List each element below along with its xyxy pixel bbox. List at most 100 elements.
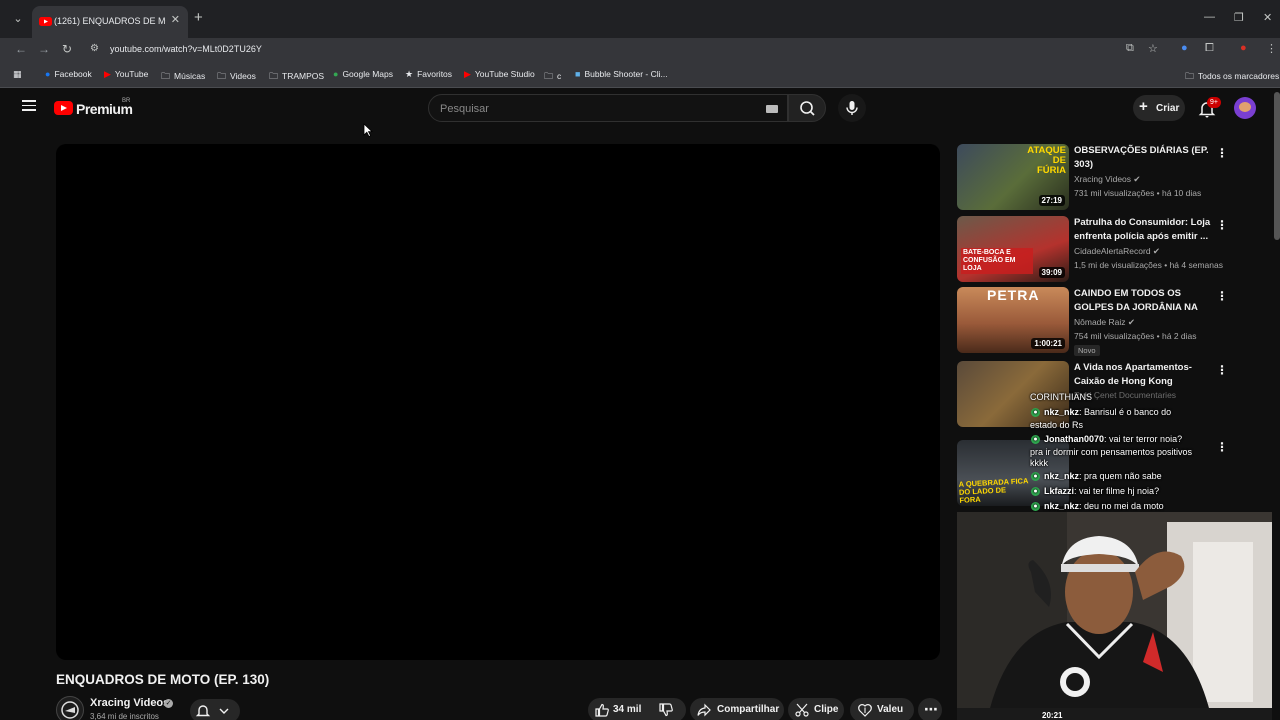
- install-app-icon[interactable]: ⧉: [1126, 42, 1134, 55]
- apps-grid-icon[interactable]: ▦: [13, 69, 26, 80]
- video-title[interactable]: CAINDO EM TODOS OS GOLPES DA JORDÂNIA NA…: [1074, 287, 1214, 315]
- bookmark-folder-c[interactable]: 🗀 c: [544, 69, 561, 85]
- video-thumbnail[interactable]: BATE-BOCA E CONFUSÃO EM LOJA 39:09: [957, 216, 1069, 282]
- chat-badge-icon: ●: [1031, 472, 1040, 482]
- more-vertical-icon[interactable]: ⋮: [1216, 440, 1228, 454]
- subscription-bell-button[interactable]: [190, 699, 240, 720]
- bookmark-youtube[interactable]: ▶ YouTube: [104, 69, 148, 80]
- video-title[interactable]: Patrulha do Consumidor: Loja enfrenta po…: [1074, 216, 1214, 244]
- minimize-icon[interactable]: —: [1204, 11, 1215, 23]
- window-close-icon[interactable]: ✕: [1263, 11, 1272, 24]
- bookmark-bubble-shooter[interactable]: ■ Bubble Shooter - Cli...: [575, 69, 668, 79]
- thumbnail-text: A QUEBRADA FICA DO LADO DE FORA: [958, 476, 1029, 505]
- chat-message: CORINTHIANS: [1030, 392, 1093, 402]
- address-bar[interactable]: youtube.com/watch?v=MLt0D2TU26Y: [110, 44, 262, 54]
- video-metadata: 731 mil visualizações • há 10 dias: [1074, 188, 1202, 198]
- new-badge: Novo: [1074, 345, 1100, 356]
- more-vertical-icon[interactable]: ⋮: [1216, 289, 1228, 303]
- subscriber-count: 3,64 mi de inscritos: [90, 712, 159, 720]
- youtube-studio-icon: ▶: [464, 69, 471, 79]
- channel-name[interactable]: Nômade Raiz ✔: [1074, 317, 1135, 328]
- back-icon[interactable]: ←: [15, 42, 27, 56]
- recommended-video[interactable]: PETRA 1:00:21 CAINDO EM TODOS OS GOLPES …: [957, 287, 1232, 356]
- profile-icon[interactable]: ●: [1240, 42, 1247, 54]
- bookmark-star-icon[interactable]: ☆: [1148, 42, 1158, 55]
- site-info-icon[interactable]: ⚙: [90, 43, 99, 54]
- chat-message: ● nkz_nkz: deu no mei da moto: [1031, 501, 1164, 512]
- bookmark-facebook[interactable]: ● Facebook: [45, 69, 92, 79]
- browser-menu-icon[interactable]: ⋮: [1266, 42, 1277, 55]
- chat-badge-icon: ●: [1031, 435, 1040, 445]
- channel-name[interactable]: CidadeAlertaRecord ✔: [1074, 246, 1160, 257]
- webcam-timestamp: 20:21: [1042, 711, 1063, 720]
- tab-search-button[interactable]: ⌄: [8, 9, 28, 29]
- share-button[interactable]: Compartilhar: [690, 698, 784, 720]
- plus-icon: +: [1139, 98, 1148, 115]
- create-button[interactable]: + Criar: [1133, 95, 1185, 121]
- game-icon: ■: [575, 69, 581, 79]
- tab-close-icon[interactable]: ✕: [171, 13, 180, 26]
- bookmark-folder-trampos[interactable]: 🗀 TRAMPOS: [269, 69, 324, 85]
- all-bookmarks-folder[interactable]: 🗀 Todos os marcadores: [1185, 69, 1279, 85]
- verified-check-icon: ✔: [1127, 317, 1135, 327]
- browser-toolbar: ← → ↻ ⚙ youtube.com/watch?v=MLt0D2TU26Y …: [0, 38, 1280, 62]
- more-horizontal-icon: ⋯: [924, 701, 938, 717]
- page-scrollbar[interactable]: [1274, 92, 1280, 240]
- more-actions-button[interactable]: ⋯: [918, 698, 942, 720]
- youtube-favicon-icon: [39, 17, 52, 26]
- video-thumbnail[interactable]: ATAQUE DE FÚRIA 27:19: [957, 144, 1069, 210]
- clip-button[interactable]: Clipe: [788, 698, 844, 720]
- recommended-video[interactable]: BATE-BOCA E CONFUSÃO EM LOJA 39:09 Patru…: [957, 216, 1232, 284]
- video-metadata: 754 mil visualizações • há 2 dias: [1074, 331, 1197, 341]
- reload-icon[interactable]: ↻: [62, 42, 72, 56]
- recommended-video[interactable]: A Vida nos Apartamentos-Caixão de Hong K…: [957, 361, 1232, 429]
- channel-name[interactable]: Xracing Videos ✔: [1074, 174, 1141, 185]
- voice-search-button[interactable]: [838, 94, 866, 122]
- bookmark-favoritos[interactable]: ★ Favoritos: [405, 69, 452, 80]
- account-avatar[interactable]: [1234, 97, 1256, 119]
- video-thumbnail[interactable]: PETRA 1:00:21: [957, 287, 1069, 353]
- thumbnail-text: BATE-BOCA E CONFUSÃO EM LOJA: [961, 248, 1033, 274]
- video-player[interactable]: [56, 144, 940, 660]
- dislike-button[interactable]: [658, 702, 674, 720]
- forward-icon[interactable]: →: [38, 42, 50, 56]
- bookmark-google-maps[interactable]: ● Google Maps: [333, 69, 393, 79]
- video-metadata: 1,5 mi de visualizações • há 4 semanas: [1074, 260, 1223, 270]
- like-count: 34 mil: [613, 704, 642, 715]
- youtube-logo-icon[interactable]: [54, 101, 73, 115]
- more-vertical-icon[interactable]: ⋮: [1216, 363, 1228, 377]
- search-button[interactable]: [788, 94, 826, 122]
- guide-menu-icon[interactable]: [22, 100, 36, 114]
- folder-icon: 🗀: [161, 71, 171, 81]
- chat-message: ● Lkfazzi: vai ter filme hj noia?: [1031, 486, 1159, 497]
- more-vertical-icon[interactable]: ⋮: [1216, 218, 1228, 232]
- channel-name[interactable]: Xracing Videos: [90, 697, 169, 709]
- keyboard-icon[interactable]: [766, 105, 778, 113]
- more-vertical-icon[interactable]: ⋮: [1216, 146, 1228, 160]
- chat-message: estado do Rs: [1030, 420, 1084, 430]
- channel-avatar[interactable]: [56, 696, 84, 720]
- video-title[interactable]: OBSERVAÇÕES DIÁRIAS (EP. 303): [1074, 144, 1214, 172]
- streamer-webcam-image: [957, 512, 1272, 720]
- recommended-video[interactable]: ATAQUE DE FÚRIA 27:19 OBSERVAÇÕES DIÁRIA…: [957, 144, 1232, 212]
- like-button[interactable]: [594, 702, 610, 720]
- verified-check-icon: ✔: [1133, 174, 1141, 184]
- search-input[interactable]: Pesquisar: [428, 94, 788, 122]
- search-placeholder: Pesquisar: [440, 103, 489, 115]
- bookmark-folder-musicas[interactable]: 🗀 Músicas: [161, 69, 205, 85]
- thanks-button[interactable]: Valeu: [850, 698, 914, 720]
- new-tab-button[interactable]: +: [194, 10, 203, 26]
- video-duration: 27:19: [1038, 195, 1065, 206]
- bookmark-folder-videos[interactable]: 🗀 Videos: [217, 69, 256, 85]
- extension-icon[interactable]: ●: [1181, 42, 1188, 54]
- thumbs-up-icon: [595, 703, 609, 717]
- video-title[interactable]: A Vida nos Apartamentos-Caixão de Hong K…: [1074, 361, 1214, 389]
- notification-count-badge: 9+: [1207, 97, 1221, 108]
- browser-tab[interactable]: (1261) ENQUADROS DE MOTO ✕: [32, 6, 188, 38]
- extensions-puzzle-icon[interactable]: ⧠: [1205, 42, 1214, 55]
- folder-icon: 🗀: [269, 71, 279, 81]
- bookmark-youtube-studio[interactable]: ▶ YouTube Studio: [464, 69, 535, 80]
- microphone-icon: [846, 101, 858, 115]
- restore-icon[interactable]: ❐: [1234, 11, 1244, 24]
- folder-icon: 🗀: [544, 71, 554, 81]
